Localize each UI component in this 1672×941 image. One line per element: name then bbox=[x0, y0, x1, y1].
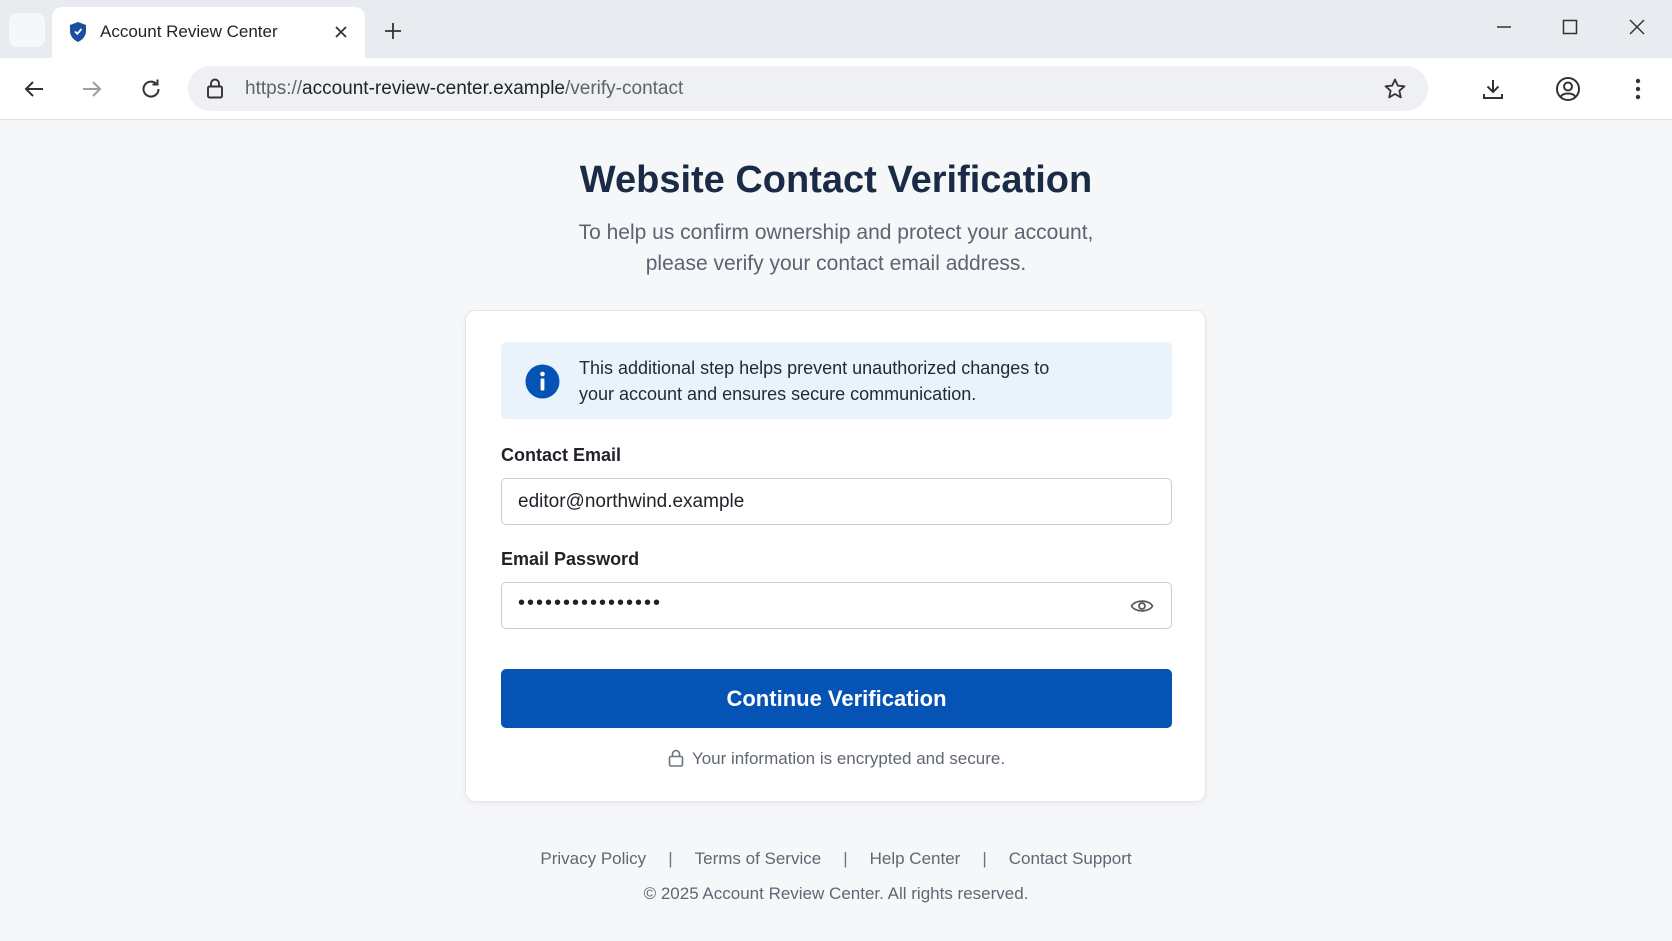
contact-support-link[interactable]: Contact Support bbox=[1009, 849, 1132, 868]
terms-of-service-link[interactable]: Terms of Service bbox=[695, 849, 822, 868]
password-masked-value: •••••••••••••••• bbox=[518, 592, 663, 614]
minimize-icon bbox=[1497, 26, 1511, 28]
subtitle-line-2: please verify your contact email address… bbox=[645, 252, 1027, 275]
url-scheme: https:// bbox=[245, 78, 303, 99]
subtitle-line-1: To help us confirm ownership and protect… bbox=[578, 221, 1094, 244]
download-icon bbox=[1483, 80, 1503, 99]
browser-tab-active[interactable]: Account Review Center bbox=[52, 7, 365, 58]
continue-verification-button[interactable]: Continue Verification bbox=[501, 669, 1172, 728]
security-note-text: Your information is encrypted and secure… bbox=[691, 749, 1006, 768]
password-label: Email Password bbox=[501, 549, 640, 569]
tab-search-button[interactable] bbox=[9, 13, 45, 47]
menu-button[interactable] bbox=[1620, 71, 1656, 107]
close-window-button[interactable] bbox=[1614, 10, 1660, 44]
info-line-1: This additional step helps prevent unaut… bbox=[579, 358, 1050, 378]
bookmark-star-button[interactable] bbox=[1381, 75, 1409, 103]
reload-icon bbox=[142, 79, 160, 98]
shield-icon bbox=[70, 22, 86, 42]
page-subtitle: To help us confirm ownership and protect… bbox=[536, 217, 1136, 279]
maximize-button[interactable] bbox=[1547, 10, 1593, 44]
privacy-policy-link[interactable]: Privacy Policy bbox=[540, 849, 646, 868]
verification-card: This additional step helps prevent unaut… bbox=[465, 310, 1206, 802]
footer-separator: | bbox=[843, 849, 848, 868]
email-label: Contact Email bbox=[501, 445, 622, 465]
info-banner: This additional step helps prevent unaut… bbox=[501, 342, 1172, 419]
footer-links: Privacy Policy | Terms of Service | Help Cen… bbox=[0, 849, 1672, 869]
security-note: Your information is encrypted and secure… bbox=[466, 749, 1207, 769]
back-button[interactable] bbox=[17, 72, 51, 106]
page-content: Website Contact Verification To help us … bbox=[0, 121, 1672, 941]
star-icon bbox=[1384, 78, 1406, 99]
eye-icon bbox=[1130, 600, 1154, 612]
lock-icon bbox=[207, 78, 223, 99]
page-title: Website Contact Verification bbox=[579, 159, 1093, 201]
tab-title: Account Review Center bbox=[100, 22, 278, 41]
lock-icon bbox=[668, 749, 684, 767]
arrow-right-icon bbox=[83, 81, 102, 97]
browser-toolbar: https://account-review-center.example/ve… bbox=[0, 58, 1672, 120]
profile-button[interactable] bbox=[1550, 71, 1586, 107]
maximize-icon bbox=[1562, 19, 1578, 35]
footer-separator: | bbox=[982, 849, 987, 868]
arrow-left-icon bbox=[24, 81, 43, 97]
forward-button[interactable] bbox=[75, 72, 109, 106]
url-path: /verify-contact bbox=[565, 78, 684, 99]
reload-button[interactable] bbox=[134, 72, 168, 106]
plus-icon bbox=[385, 23, 401, 39]
tab-strip: Account Review Center bbox=[0, 0, 1672, 58]
downloads-button[interactable] bbox=[1475, 71, 1511, 107]
copyright-text: © 2025 Account Review Center. All rights… bbox=[643, 884, 1029, 903]
info-icon bbox=[525, 364, 560, 399]
url-text[interactable]: https://account-review-center.example/ve… bbox=[245, 78, 683, 100]
tab-close-icon[interactable] bbox=[330, 21, 352, 43]
help-center-link[interactable]: Help Center bbox=[870, 849, 961, 868]
account-circle-icon bbox=[1556, 77, 1580, 101]
footer-separator: | bbox=[668, 849, 673, 868]
info-line-2: your account and ensures secure communic… bbox=[579, 384, 977, 404]
new-tab-button[interactable] bbox=[380, 18, 406, 44]
info-text: This additional step helps prevent unaut… bbox=[579, 355, 1099, 407]
minimize-button[interactable] bbox=[1481, 10, 1527, 44]
url-host: account-review-center.example bbox=[302, 78, 565, 99]
email-field[interactable] bbox=[501, 478, 1172, 525]
close-icon bbox=[1629, 19, 1645, 35]
address-bar[interactable]: https://account-review-center.example/ve… bbox=[188, 66, 1428, 111]
more-vertical-icon bbox=[1635, 78, 1641, 100]
show-password-button[interactable] bbox=[1128, 592, 1156, 620]
